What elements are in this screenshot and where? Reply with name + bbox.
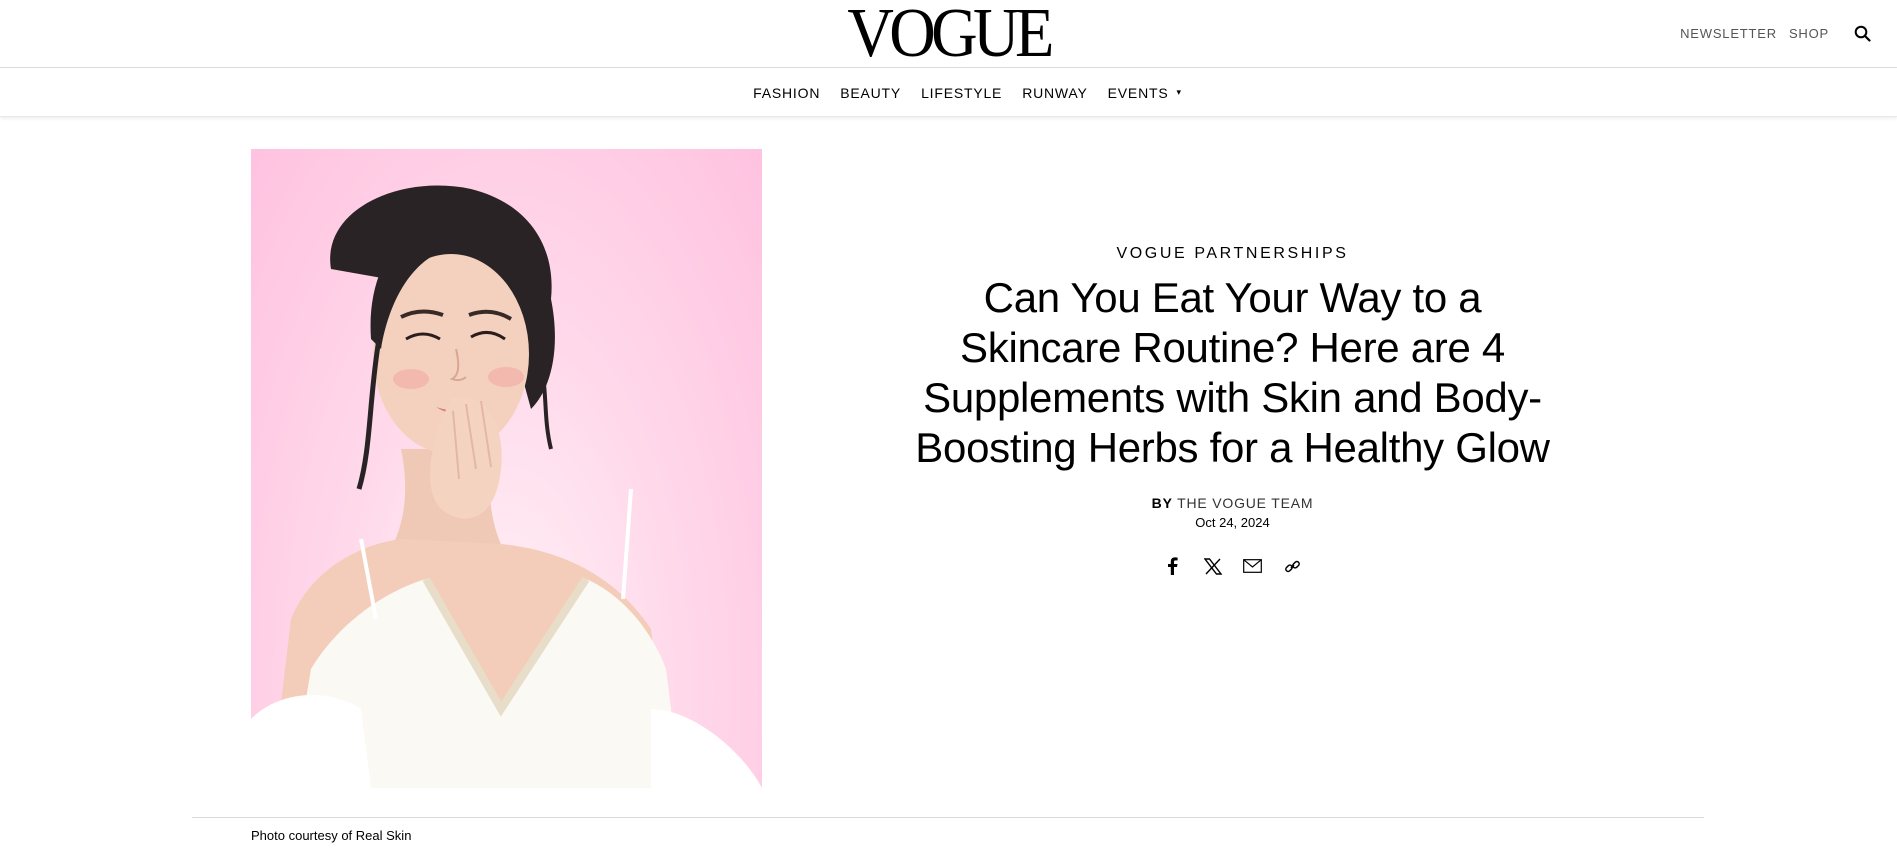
main-nav: FASHION BEAUTY LIFESTYLE RUNWAY EVENTS ▾ bbox=[0, 69, 1897, 117]
email-icon[interactable] bbox=[1243, 556, 1263, 576]
share-buttons bbox=[900, 556, 1565, 576]
nav-item-lifestyle[interactable]: LIFESTYLE bbox=[921, 85, 1002, 101]
photo-caption: Photo courtesy of Real Skin bbox=[251, 828, 412, 843]
nav-label: FASHION bbox=[753, 84, 821, 101]
section-divider bbox=[192, 817, 1704, 818]
hero-image bbox=[251, 149, 762, 788]
newsletter-link[interactable]: NEWSLETTER bbox=[1680, 26, 1777, 41]
byline-prefix: BY bbox=[1151, 495, 1173, 511]
facebook-icon[interactable] bbox=[1163, 556, 1183, 576]
nav-item-fashion[interactable]: FASHION bbox=[753, 85, 820, 101]
article-header: VOGUE PARTNERSHIPS Can You Eat Your Way … bbox=[900, 245, 1565, 576]
site-header: VOGUE NEWSLETTER SHOP bbox=[0, 0, 1897, 69]
nav-label: RUNWAY bbox=[1022, 84, 1088, 101]
shop-link[interactable]: SHOP bbox=[1789, 26, 1829, 41]
nav-item-beauty[interactable]: BEAUTY bbox=[840, 85, 901, 101]
nav-label: EVENTS bbox=[1107, 84, 1169, 101]
x-icon[interactable] bbox=[1203, 556, 1223, 576]
author-link[interactable]: THE VOGUE TEAM bbox=[1177, 495, 1313, 511]
search-icon[interactable] bbox=[1849, 20, 1875, 46]
nav-item-events[interactable]: EVENTS ▾ bbox=[1108, 85, 1182, 101]
article-headline: Can You Eat Your Way to a Skincare Routi… bbox=[915, 274, 1550, 471]
article-kicker[interactable]: VOGUE PARTNERSHIPS bbox=[900, 245, 1565, 263]
portrait-illustration bbox=[251, 185, 762, 788]
caret-down-icon: ▾ bbox=[1176, 87, 1182, 97]
byline: BY THE VOGUE TEAM bbox=[900, 495, 1565, 511]
utility-links: NEWSLETTER SHOP bbox=[1680, 0, 1875, 66]
vogue-logo[interactable]: VOGUE bbox=[76, 0, 1821, 69]
publish-date: Oct 24, 2024 bbox=[1195, 515, 1270, 530]
nav-label: LIFESTYLE bbox=[921, 84, 1003, 101]
link-icon[interactable] bbox=[1283, 556, 1303, 576]
nav-label: BEAUTY bbox=[840, 84, 902, 101]
nav-item-runway[interactable]: RUNWAY bbox=[1022, 85, 1087, 101]
